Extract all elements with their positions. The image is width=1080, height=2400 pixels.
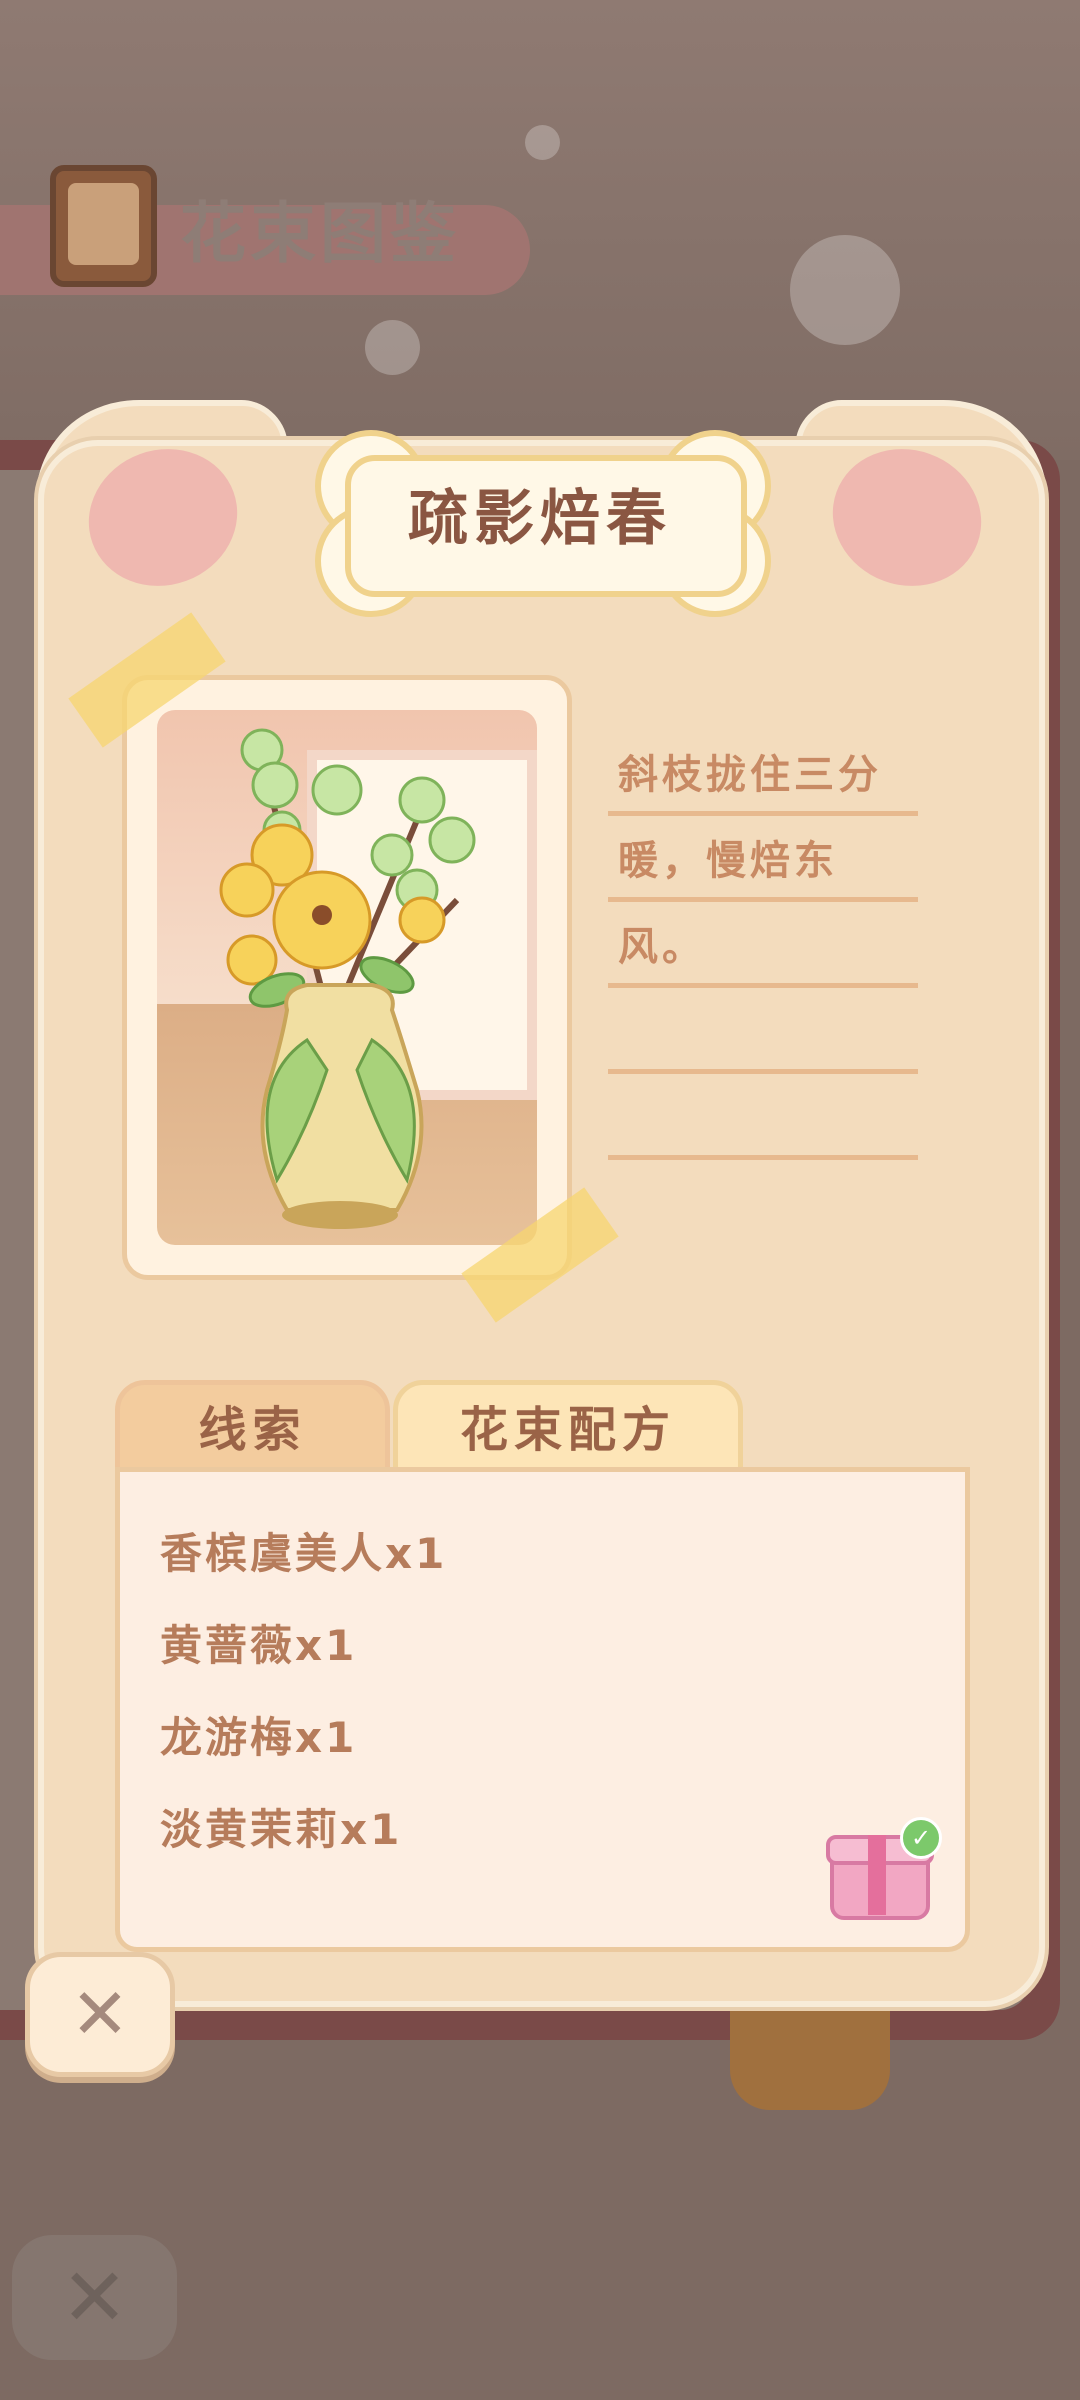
recipe-panel: 香槟虞美人x1 黄蔷薇x1 龙游梅x1 淡黄茉莉x1 ✓ bbox=[115, 1467, 970, 1952]
bouquet-description: 斜枝拢住三分 暖，慢焙东 风。 bbox=[608, 730, 918, 1160]
close-button[interactable]: ✕ bbox=[25, 1952, 175, 2077]
close-icon: ✕ bbox=[70, 1973, 130, 2055]
tab-clue[interactable]: 线索 bbox=[115, 1380, 390, 1475]
bouquet-picture-frame bbox=[122, 675, 572, 1280]
description-line: 风。 bbox=[608, 902, 918, 988]
tab-bouquet-recipe[interactable]: 花束配方 bbox=[393, 1380, 743, 1475]
description-line bbox=[608, 1074, 918, 1160]
bouquet-title: 疏影焙春 bbox=[408, 484, 672, 554]
recipe-item: 龙游梅x1 bbox=[160, 1713, 358, 1762]
background-ribbon bbox=[730, 1990, 890, 2110]
recipe-item: 香槟虞美人x1 bbox=[160, 1529, 448, 1578]
background-bubble bbox=[525, 125, 560, 160]
recipe-item: 淡黄茉莉x1 bbox=[160, 1805, 403, 1854]
background-bubble bbox=[790, 235, 900, 345]
description-line: 暖，慢焙东 bbox=[608, 816, 918, 902]
recipe-item: 黄蔷薇x1 bbox=[160, 1621, 358, 1670]
vase-bouquet-art bbox=[219, 728, 476, 1229]
gift-icon[interactable]: ✓ bbox=[826, 1817, 942, 1920]
bouquet-illustration bbox=[157, 710, 537, 1245]
description-line: 斜枝拢住三分 bbox=[608, 730, 918, 816]
book-icon bbox=[50, 165, 157, 287]
page-title: 花束图鉴 bbox=[180, 195, 460, 272]
background-bubble bbox=[365, 320, 420, 375]
description-line bbox=[608, 988, 918, 1074]
check-icon: ✓ bbox=[900, 1817, 942, 1859]
title-plaque: 疏影焙春 bbox=[315, 430, 771, 617]
background-close-icon: ✕ bbox=[12, 2235, 177, 2360]
